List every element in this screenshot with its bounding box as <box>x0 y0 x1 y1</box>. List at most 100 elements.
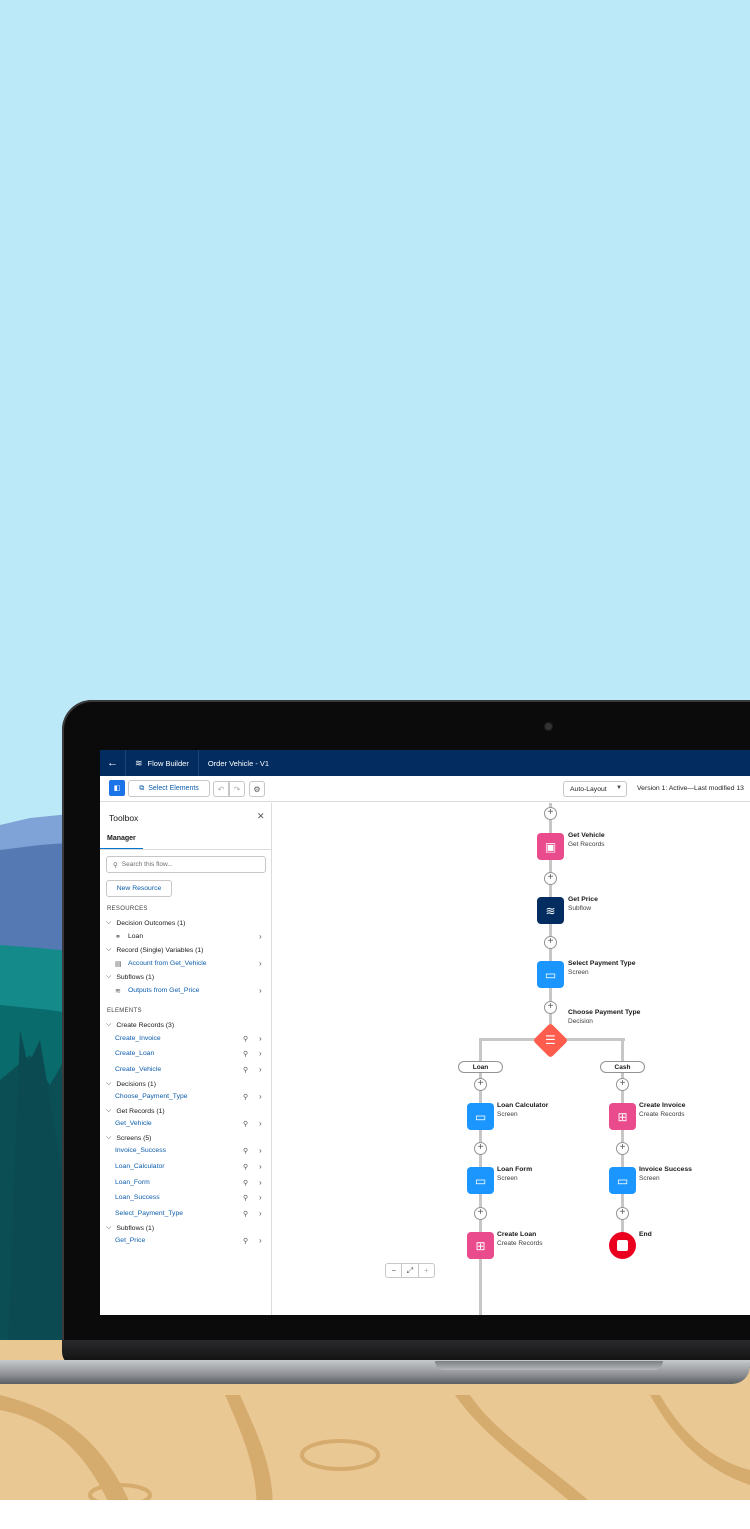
group-create-records[interactable]: ⌵ Create Records (3) <box>106 1021 174 1029</box>
element-get-vehicle[interactable]: Get_Vehicle <box>115 1120 152 1127</box>
app-title: ≋ Flow Builder <box>126 750 199 776</box>
camera <box>545 723 552 730</box>
node-loan-form[interactable]: ▭ <box>467 1167 494 1194</box>
search-icon[interactable]: ⚲ <box>243 1093 248 1101</box>
chevron-right-icon[interactable]: › <box>259 1034 262 1043</box>
add-element-button[interactable]: + <box>616 1207 629 1220</box>
undo-button[interactable]: ↶ <box>213 781 229 797</box>
add-element-button[interactable]: + <box>544 1001 557 1014</box>
add-element-button[interactable]: + <box>544 936 557 949</box>
zoom-out-button[interactable]: − <box>386 1264 403 1277</box>
group-label: Create Records (3) <box>116 1021 175 1029</box>
search-icon: ⚲ <box>113 861 118 869</box>
add-element-button[interactable]: + <box>474 1078 487 1091</box>
chevron-right-icon[interactable]: › <box>259 932 262 941</box>
chevron-right-icon[interactable]: › <box>259 1146 262 1155</box>
fit-view-button[interactable]: ⤢ <box>402 1264 419 1277</box>
settings-button[interactable]: ⚙ <box>249 781 265 797</box>
resource-outputs[interactable]: Outputs from Get_Price <box>128 987 199 994</box>
tab-manager[interactable]: Manager <box>100 832 143 850</box>
search-icon[interactable]: ⚲ <box>243 1147 248 1155</box>
add-element-button[interactable]: + <box>474 1142 487 1155</box>
back-button[interactable]: ← <box>100 750 126 776</box>
group-decision-outcomes[interactable]: ⌵ Decision Outcomes (1) <box>106 919 185 927</box>
node-loan-calculator[interactable]: ▭ <box>467 1103 494 1130</box>
search-icon[interactable]: ⚲ <box>243 1035 248 1043</box>
element-invoice-success[interactable]: Invoice_Success <box>115 1147 166 1154</box>
layout-select[interactable]: Auto-Layout ▼ <box>563 781 627 797</box>
element-select-payment[interactable]: Select_Payment_Type <box>115 1210 183 1217</box>
node-type: Create Records <box>497 1240 543 1247</box>
search-icon[interactable]: ⚲ <box>243 1179 248 1187</box>
add-element-button[interactable]: + <box>616 1142 629 1155</box>
node-select-payment[interactable]: ▭ <box>537 961 564 988</box>
redo-button[interactable]: ↷ <box>229 781 245 797</box>
chevron-right-icon[interactable]: › <box>259 959 262 968</box>
node-create-loan[interactable]: ⊞ <box>467 1232 494 1259</box>
element-choose-payment[interactable]: Choose_Payment_Type <box>115 1093 188 1100</box>
element-loan-success[interactable]: Loan_Success <box>115 1194 160 1201</box>
chevron-right-icon[interactable]: › <box>259 1065 262 1074</box>
group-screens[interactable]: ⌵ Screens (5) <box>106 1134 151 1142</box>
search-icon[interactable]: ⚲ <box>243 1210 248 1218</box>
close-icon[interactable]: ✕ <box>257 811 265 822</box>
group-label: Screens (5) <box>116 1134 152 1142</box>
node-get-vehicle[interactable]: ▣ <box>537 833 564 860</box>
element-loan-form[interactable]: Loan_Form <box>115 1179 150 1186</box>
element-create-vehicle[interactable]: Create_Vehicle <box>115 1066 161 1073</box>
node-type: Get Records <box>568 841 605 848</box>
chevron-right-icon[interactable]: › <box>259 986 262 995</box>
select-elements-button[interactable]: ⧉ Select Elements <box>128 780 210 797</box>
chevron-right-icon[interactable]: › <box>259 1178 262 1187</box>
search-icon[interactable]: ⚲ <box>243 1066 248 1074</box>
branch-loan-label[interactable]: Loan <box>458 1061 503 1073</box>
element-create-invoice[interactable]: Create_Invoice <box>115 1035 161 1042</box>
resource-loan[interactable]: Loan <box>128 933 143 940</box>
search-icon[interactable]: ⚲ <box>243 1194 248 1202</box>
flow-canvas[interactable]: + ▣ Get Vehicle Get Records + ≋ Get Pric… <box>273 803 750 1315</box>
search-icon[interactable]: ⚲ <box>243 1120 248 1128</box>
new-resource-button[interactable]: New Resource <box>106 880 172 897</box>
node-create-invoice[interactable]: ⊞ <box>609 1103 636 1130</box>
node-end[interactable] <box>609 1232 636 1259</box>
outcome-icon: ⚭ <box>115 934 121 941</box>
element-create-loan[interactable]: Create_Loan <box>115 1050 154 1057</box>
chevron-right-icon[interactable]: › <box>259 1119 262 1128</box>
search-icon[interactable]: ⚲ <box>243 1237 248 1245</box>
chevron-down-icon: ⌵ <box>106 1224 112 1231</box>
group-get-records[interactable]: ⌵ Get Records (1) <box>106 1107 165 1115</box>
subflow-icon: ≋ <box>115 988 121 995</box>
chevron-right-icon[interactable]: › <box>259 1236 262 1245</box>
group-element-subflows[interactable]: ⌵ Subflows (1) <box>106 1224 154 1232</box>
node-title: Get Vehicle <box>568 832 605 839</box>
chevron-right-icon[interactable]: › <box>259 1049 262 1058</box>
chevron-right-icon[interactable]: › <box>259 1209 262 1218</box>
node-title: Create Loan <box>497 1231 537 1238</box>
node-type: Screen <box>639 1175 660 1182</box>
chevron-right-icon[interactable]: › <box>259 1092 262 1101</box>
add-element-button[interactable]: + <box>474 1207 487 1220</box>
add-element-button[interactable]: + <box>544 872 557 885</box>
chevron-right-icon[interactable]: › <box>259 1162 262 1171</box>
element-get-price[interactable]: Get_Price <box>115 1237 145 1244</box>
app-header: ← ≋ Flow Builder Order Vehicle - V1 <box>100 750 750 776</box>
group-decisions[interactable]: ⌵ Decisions (1) <box>106 1080 156 1088</box>
resource-account[interactable]: Account from Get_Vehicle <box>128 960 207 967</box>
add-element-button[interactable]: + <box>544 807 557 820</box>
toggle-panel-button[interactable]: ◧ <box>109 780 125 796</box>
search-placeholder: Search this flow... <box>121 861 173 868</box>
zoom-in-button[interactable]: + <box>419 1264 434 1277</box>
search-icon[interactable]: ⚲ <box>243 1163 248 1171</box>
group-label: Get Records (1) <box>116 1107 165 1115</box>
node-get-price[interactable]: ≋ <box>537 897 564 924</box>
branch-cash-label[interactable]: Cash <box>600 1061 645 1073</box>
node-invoice-success[interactable]: ▭ <box>609 1167 636 1194</box>
element-loan-calculator[interactable]: Loan_Calculator <box>115 1163 165 1170</box>
search-icon[interactable]: ⚲ <box>243 1050 248 1058</box>
group-subflows[interactable]: ⌵ Subflows (1) <box>106 973 154 981</box>
chevron-right-icon[interactable]: › <box>259 1193 262 1202</box>
group-record-variables[interactable]: ⌵ Record (Single) Variables (1) <box>106 946 203 954</box>
add-element-button[interactable]: + <box>616 1078 629 1091</box>
chevron-down-icon: ⌵ <box>106 973 112 980</box>
search-input[interactable]: ⚲ Search this flow... <box>106 856 266 873</box>
